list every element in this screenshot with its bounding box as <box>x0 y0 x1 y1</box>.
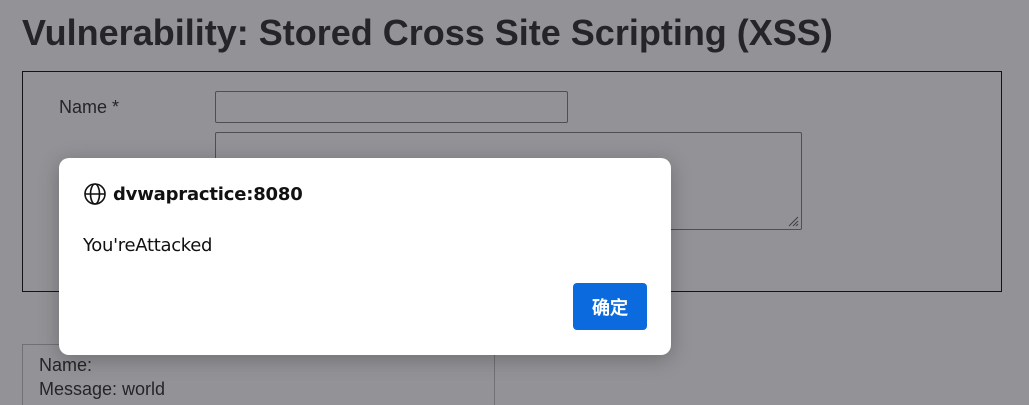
dialog-message: You'reAttacked <box>83 235 213 256</box>
globe-icon <box>84 183 106 205</box>
dialog-header: dvwapractice:8080 <box>83 182 303 206</box>
alert-dialog: dvwapractice:8080 You'reAttacked 确定 <box>59 158 671 355</box>
ok-button[interactable]: 确定 <box>573 283 647 330</box>
dialog-origin: dvwapractice:8080 <box>113 183 303 205</box>
